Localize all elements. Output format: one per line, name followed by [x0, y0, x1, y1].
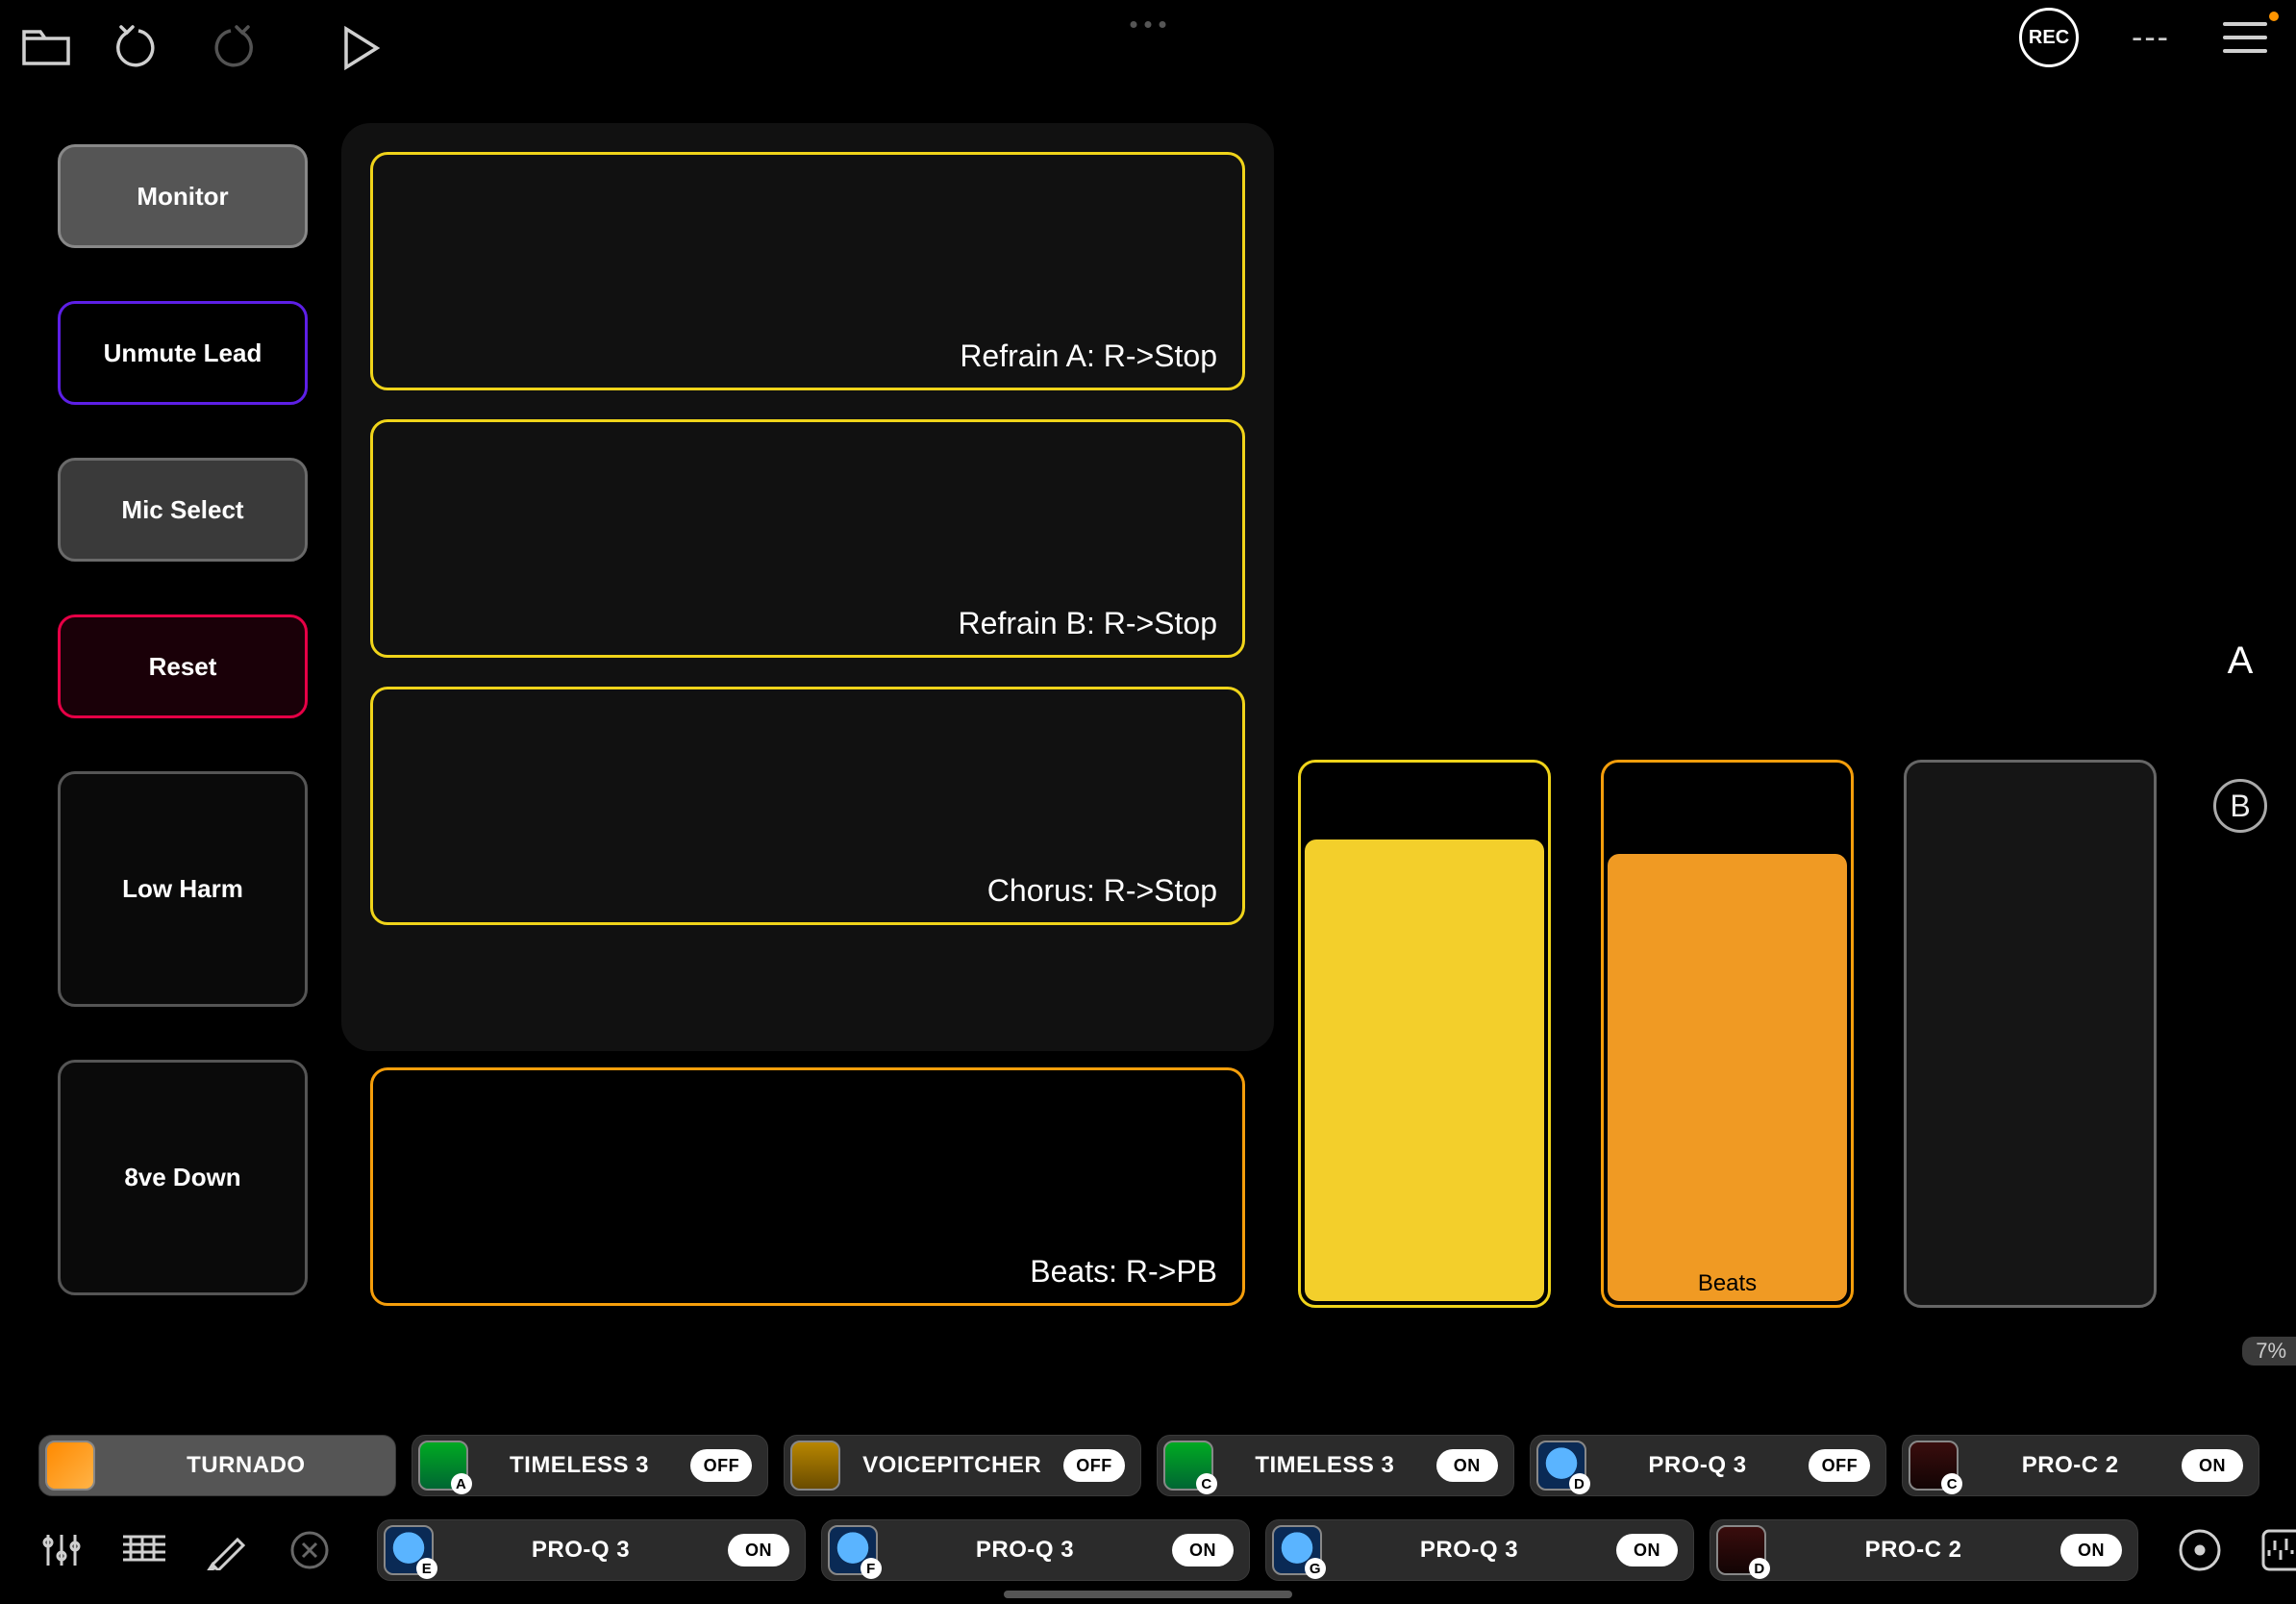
drag-handle-icon[interactable]: [1131, 21, 1166, 28]
tempo-display[interactable]: ---: [2132, 19, 2170, 57]
mini-tools-right: [2173, 1523, 2296, 1577]
plugin-icon: G: [1272, 1525, 1322, 1575]
folder-icon[interactable]: [0, 2, 92, 94]
plugin-slot[interactable]: F PRO-Q 3 ON: [821, 1519, 1250, 1581]
plugin-route-badge: F: [861, 1558, 882, 1579]
plugin-route-badge: E: [416, 1558, 437, 1579]
clip-chorus[interactable]: Chorus: R->Stop: [370, 687, 1245, 925]
plugin-name: PRO-Q 3: [895, 1537, 1155, 1564]
plugin-toggle[interactable]: ON: [1436, 1449, 1498, 1482]
edit-icon[interactable]: [204, 1527, 250, 1573]
plugin-row-1: TURNADO A TIMELESS 3 OFF VOICEPITCHER OF…: [38, 1435, 2259, 1496]
plugin-icon: E: [384, 1525, 434, 1575]
top-toolbar: REC ---: [0, 0, 2296, 96]
plugin-name: VOICEPITCHER: [858, 1452, 1046, 1479]
status-dot-icon: [2269, 12, 2279, 21]
plugin-slot[interactable]: C TIMELESS 3 ON: [1157, 1435, 1514, 1496]
plugin-icon: D: [1716, 1525, 1766, 1575]
fader-3[interactable]: [1904, 760, 2157, 1308]
plugin-icon: [790, 1441, 840, 1491]
plugin-name: PRO-Q 3: [451, 1537, 711, 1564]
low-harm-button[interactable]: Low Harm: [58, 771, 308, 1007]
cpu-percent-badge: 7%: [2242, 1337, 2296, 1366]
plugin-toggle[interactable]: ON: [1616, 1534, 1678, 1566]
ab-selector: A B: [2213, 639, 2267, 833]
plugin-toggle[interactable]: ON: [2182, 1449, 2243, 1482]
plugin-icon: D: [1536, 1441, 1586, 1491]
plugin-icon: C: [1163, 1441, 1213, 1491]
close-circle-icon[interactable]: [287, 1527, 333, 1573]
plugin-toggle[interactable]: OFF: [1809, 1449, 1870, 1482]
plugin-route-badge: A: [451, 1473, 472, 1494]
plugin-name: PRO-Q 3: [1339, 1537, 1599, 1564]
plugin-route-badge: C: [1196, 1473, 1217, 1494]
plugin-slot[interactable]: D PRO-Q 3 OFF: [1530, 1435, 1887, 1496]
ab-select-b[interactable]: B: [2213, 779, 2267, 833]
left-button-column: Monitor Unmute Lead Mic Select Reset Low…: [58, 144, 308, 1295]
clip-refrain-a[interactable]: Refrain A: R->Stop: [370, 152, 1245, 390]
plugin-route-badge: C: [1941, 1473, 1962, 1494]
mixer-icon[interactable]: [38, 1527, 85, 1573]
plugin-name: TURNADO: [112, 1452, 380, 1479]
plugin-name: PRO-C 2: [1976, 1452, 2164, 1479]
menu-icon[interactable]: [2223, 22, 2267, 53]
plugin-name: TIMELESS 3: [1231, 1452, 1419, 1479]
fader-1[interactable]: [1298, 760, 1551, 1308]
record-button[interactable]: REC: [2019, 8, 2079, 67]
mini-tools-left: [38, 1527, 333, 1573]
monitor-button[interactable]: Monitor: [58, 144, 308, 248]
plugin-icon: F: [828, 1525, 878, 1575]
ab-select-a[interactable]: A: [2228, 639, 2254, 683]
plugin-icon: [45, 1441, 95, 1491]
target-icon[interactable]: [2173, 1523, 2227, 1577]
fader-2-beats[interactable]: Beats: [1601, 760, 1854, 1308]
reset-button[interactable]: Reset: [58, 614, 308, 718]
clip-beats[interactable]: Beats: R->PB: [370, 1067, 1245, 1306]
clip-refrain-b[interactable]: Refrain B: R->Stop: [370, 419, 1245, 658]
plugin-toggle[interactable]: OFF: [690, 1449, 752, 1482]
plugin-slot[interactable]: G PRO-Q 3 ON: [1265, 1519, 1694, 1581]
play-icon[interactable]: [315, 2, 408, 94]
plugin-slot[interactable]: E PRO-Q 3 ON: [377, 1519, 806, 1581]
redo-icon[interactable]: [185, 2, 277, 94]
plugin-toggle[interactable]: OFF: [1063, 1449, 1125, 1482]
plugin-icon: A: [418, 1441, 468, 1491]
plugin-icon: C: [1909, 1441, 1959, 1491]
plugin-row-2: E PRO-Q 3 ON F PRO-Q 3 ON G PRO-Q 3 ON D…: [38, 1519, 2259, 1581]
pattern-icon[interactable]: [121, 1527, 167, 1573]
plugin-name: PRO-Q 3: [1604, 1452, 1792, 1479]
plugin-slot[interactable]: A TIMELESS 3 OFF: [412, 1435, 769, 1496]
plugin-route-badge: G: [1305, 1558, 1326, 1579]
unmute-lead-button[interactable]: Unmute Lead: [58, 301, 308, 405]
undo-icon[interactable]: [92, 2, 185, 94]
plugin-toggle[interactable]: ON: [728, 1534, 789, 1566]
clip-panel: Refrain A: R->Stop Refrain B: R->Stop Ch…: [341, 123, 1274, 1051]
home-indicator: [1004, 1591, 1292, 1598]
plugin-name: TIMELESS 3: [486, 1452, 674, 1479]
plugin-slot[interactable]: C PRO-C 2 ON: [1902, 1435, 2259, 1496]
plugin-route-badge: D: [1749, 1558, 1770, 1579]
waveform-box-icon[interactable]: [2256, 1523, 2296, 1577]
plugin-slot[interactable]: VOICEPITCHER OFF: [784, 1435, 1141, 1496]
mic-select-button[interactable]: Mic Select: [58, 458, 308, 562]
plugin-toggle[interactable]: ON: [2060, 1534, 2122, 1566]
plugin-route-badge: D: [1569, 1473, 1590, 1494]
plugin-name: PRO-C 2: [1784, 1537, 2043, 1564]
plugin-toggle[interactable]: ON: [1172, 1534, 1234, 1566]
plugin-area: TURNADO A TIMELESS 3 OFF VOICEPITCHER OF…: [38, 1435, 2259, 1581]
plugin-slot[interactable]: TURNADO: [38, 1435, 396, 1496]
eight-ve-down-button[interactable]: 8ve Down: [58, 1060, 308, 1295]
plugin-slot[interactable]: D PRO-C 2 ON: [1710, 1519, 2138, 1581]
